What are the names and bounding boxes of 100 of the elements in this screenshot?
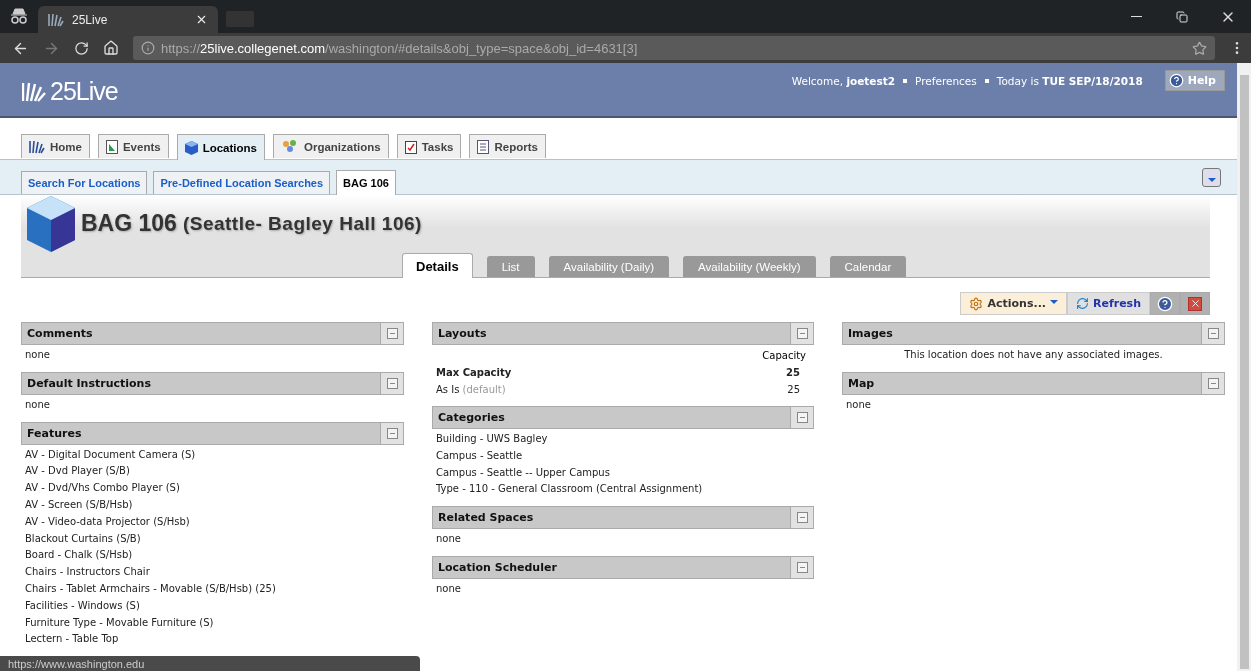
panel-text: Facilities - Windows (S): [25, 598, 141, 613]
sub-tab[interactable]: BAG 106: [336, 170, 396, 195]
collapse-button[interactable]: [790, 557, 814, 578]
collapse-button[interactable]: [1201, 372, 1225, 394]
welcome-text: Welcome, joetest2: [791, 74, 896, 87]
column-header: Capacity: [762, 349, 806, 363]
help-button[interactable]: [1150, 292, 1180, 315]
layout-name: As Is (default): [436, 383, 506, 397]
collapse-button[interactable]: [790, 407, 814, 428]
document-icon: [477, 139, 490, 154]
star-icon[interactable]: [1192, 40, 1207, 56]
collapse-button[interactable]: [1201, 323, 1225, 344]
nav-tab[interactable]: Organizations: [273, 134, 389, 158]
nav-tab[interactable]: Tasks: [396, 134, 462, 158]
panel-text: none: [436, 582, 462, 596]
panel-text: Campus - Seattle -- Upper Campus: [436, 465, 611, 480]
nav-tab[interactable]: Locations: [176, 134, 265, 160]
caret-icon: [1050, 299, 1058, 304]
preferences-link[interactable]: Preferences: [915, 74, 977, 87]
help-icon: [1157, 295, 1173, 312]
panel-title: Related Spaces: [437, 511, 535, 525]
tab-label: Events: [122, 140, 161, 153]
close-button[interactable]: [1180, 292, 1210, 315]
cube-icon: [27, 195, 75, 252]
location-code: BAG 106: [81, 210, 177, 237]
tab-label: Locations: [202, 141, 257, 154]
panel-title: Map: [847, 376, 876, 390]
rays-icon: [29, 139, 45, 154]
browser-tab[interactable]: 25Live: [38, 6, 218, 33]
bullet-icon: [984, 78, 989, 83]
panel-text: Building - UWS Bagley: [436, 432, 549, 446]
panel-title: Default Instructions: [26, 376, 152, 390]
collapse-button[interactable]: [790, 323, 814, 344]
panel-text: Type - 110 - General Classroom (Central Assignment): [436, 482, 704, 497]
reload-icon[interactable]: [74, 40, 89, 56]
document-icon: [105, 139, 118, 154]
info-icon: [141, 41, 155, 55]
panel-title: Comments: [26, 327, 94, 340]
panel-title: Categories: [437, 411, 506, 424]
date-text: Today is TUE SEP/18/2018: [996, 74, 1143, 87]
help-icon: [1168, 73, 1184, 88]
restore-icon: [1176, 10, 1188, 23]
refresh-icon: [1076, 297, 1089, 310]
panel-text: Campus - Seattle: [436, 448, 524, 463]
status-bar: https://www.washington.edu: [0, 656, 420, 671]
panel-text: Blackout Curtains (S/B): [25, 531, 142, 546]
close-icon[interactable]: [195, 13, 208, 26]
panel-message: This location does not have any associated images.: [903, 348, 1164, 362]
scrollbar[interactable]: [1237, 63, 1251, 671]
collapse-button[interactable]: [380, 372, 404, 394]
panel-text: none: [25, 397, 51, 412]
panel-text: Chairs - Tablet Armchairs - Movable (S/B/Hsb) (25): [25, 581, 277, 596]
dropdown-button[interactable]: [1202, 167, 1221, 187]
capacity-value: 25: [787, 383, 800, 397]
collapse-button[interactable]: [790, 507, 814, 529]
panel-text: Board - Chalk (S/Hsb): [25, 548, 134, 563]
detail-tab[interactable]: Details: [402, 253, 473, 278]
panel-text: Lectern - Table Top: [25, 632, 120, 647]
panel-text: Chairs - Instructors Chair: [25, 565, 151, 580]
layout-name: Max Capacity: [436, 366, 512, 380]
panel-text: AV - Dvd/Vhs Combo Player (S): [25, 481, 181, 496]
tab-label: Organizations: [304, 140, 381, 153]
collapse-button[interactable]: [380, 422, 404, 444]
incognito-icon: [10, 8, 28, 24]
tab-label: Home: [50, 140, 82, 153]
panel-text: Furniture Type - Movable Furniture (S): [25, 615, 215, 630]
refresh-button[interactable]: Refresh: [1067, 292, 1150, 315]
sub-tab[interactable]: Pre-Defined Location Searches: [153, 171, 331, 194]
panel-text: AV - Screen (S/B/Hsb): [25, 498, 134, 512]
cube-icon: [184, 140, 198, 155]
close-icon: [1188, 296, 1202, 311]
home-icon[interactable]: [103, 40, 119, 56]
panel-text: AV - Dvd Player (S/B): [25, 464, 131, 479]
panel-title: Images: [847, 327, 894, 340]
tab-label: Tasks: [421, 140, 454, 153]
panel-title: Layouts: [437, 327, 488, 340]
nav-tab[interactable]: Events: [97, 134, 169, 158]
gear-icon: [969, 296, 984, 311]
tab-title: 25Live: [72, 12, 108, 27]
collapse-button[interactable]: [380, 323, 404, 344]
nav-tab[interactable]: Reports: [469, 134, 546, 158]
nav-tab[interactable]: Home: [21, 134, 90, 158]
rays-icon: [48, 12, 64, 27]
url-text: https://25live.collegenet.com/washington/#details&obj_type=space&obj_id=4631[3]: [161, 40, 638, 56]
rays-icon: [22, 81, 46, 102]
panel-text: none: [436, 532, 462, 547]
address-bar[interactable]: https://25live.collegenet.com/washington/#details&obj_type=space&obj_id=4631[3]: [133, 36, 1215, 60]
capacity-value: 25: [786, 366, 800, 380]
bullet-icon: [903, 78, 908, 83]
panel-title: Location Scheduler: [437, 561, 558, 574]
panel-title: Features: [26, 426, 83, 440]
panel-text: AV - Digital Document Camera (S): [25, 447, 197, 462]
clipboard-icon: [404, 139, 417, 154]
sub-tab[interactable]: Search For Locations: [21, 171, 148, 194]
panel-text: AV - Video-data Projector (S/Hsb): [25, 514, 191, 529]
minimize-icon: [1130, 16, 1142, 17]
people-icon: [281, 139, 299, 154]
logo-text: 25Live: [50, 77, 118, 106]
actions-button[interactable]: Actions...: [960, 292, 1067, 315]
panel-text: none: [25, 348, 51, 362]
